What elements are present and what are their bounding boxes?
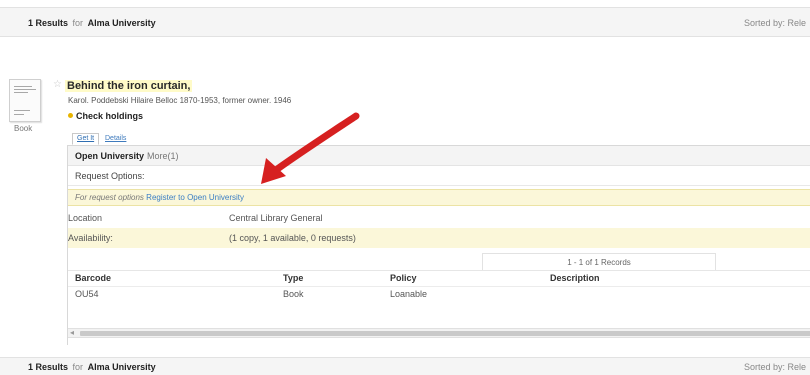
availability-row: Availability: (1 copy, 1 available, 0 re… [68,228,810,248]
availability-value: (1 copy, 1 available, 0 requests) [229,233,356,243]
table-header-divider [68,286,810,287]
results-institution: Alma University [87,18,156,28]
tab-details[interactable]: Details [105,135,126,142]
format-label: Book [14,124,33,133]
more-institutions-link[interactable]: More(1) [147,151,179,161]
cell-type: Book [283,289,304,299]
cell-policy: Loanable [390,289,428,299]
check-holdings[interactable]: Check holdings [68,111,143,121]
column-header-policy: Policy [390,273,417,283]
results-institution-footer: Alma University [87,362,156,372]
request-options-row: Request Options: [68,166,810,186]
availability-label: Availability: [68,233,113,243]
request-options-label: Request Options: [75,171,145,181]
results-header-bar: 1 Results for Alma University Sorted by:… [0,7,810,37]
sort-selector[interactable]: Sorted by: Rele [744,18,806,28]
record-title[interactable]: Behind the iron curtain, [65,80,193,92]
status-dot-icon [68,113,73,118]
results-summary: 1 Results for Alma University [28,18,156,28]
results-for-label: for [72,18,84,28]
location-row: Location Central Library General [68,208,810,227]
request-prompt: For request options Register to Open Uni… [75,193,244,202]
column-header-type: Type [283,273,304,283]
favorite-star-icon[interactable]: ☆ [53,79,62,90]
horizontal-scrollbar[interactable]: ◂ [68,328,810,338]
scrollbar-thumb[interactable] [80,331,810,336]
register-link[interactable]: Register to Open University [146,193,244,202]
check-holdings-label: Check holdings [76,111,144,121]
column-header-description: Description [550,273,600,283]
results-count-footer: 1 Results [28,362,69,372]
results-for-label-footer: for [72,362,84,372]
get-it-panel: Open University More(1) Request Options:… [67,145,810,345]
records-pager: 1 - 1 of 1 Records [482,253,716,270]
request-options-message: For request options Register to Open Uni… [68,189,810,206]
column-header-barcode: Barcode [75,273,112,283]
results-summary-footer: 1 Results for Alma University [28,362,156,372]
table-divider [68,270,810,271]
results-count: 1 Results [28,18,69,28]
book-cover-thumbnail[interactable] [9,79,41,122]
location-value: Central Library General [229,213,323,223]
location-label: Location [68,213,103,223]
red-arrow-annotation-icon [261,112,360,184]
scroll-left-icon[interactable]: ◂ [70,328,74,337]
tab-get-it[interactable]: Get It [72,133,100,145]
results-footer-bar: 1 Results for Alma University Sorted by:… [0,357,810,375]
institution-row: Open University More(1) [68,146,810,166]
cell-barcode: OU54 [75,289,99,299]
sort-selector-footer[interactable]: Sorted by: Rele [744,362,806,372]
records-count: 1 - 1 of 1 Records [567,258,631,267]
institution-name: Open University [75,151,145,161]
record-author: Karol. Poddebski Hilaire Belloc 1870-195… [68,96,292,105]
